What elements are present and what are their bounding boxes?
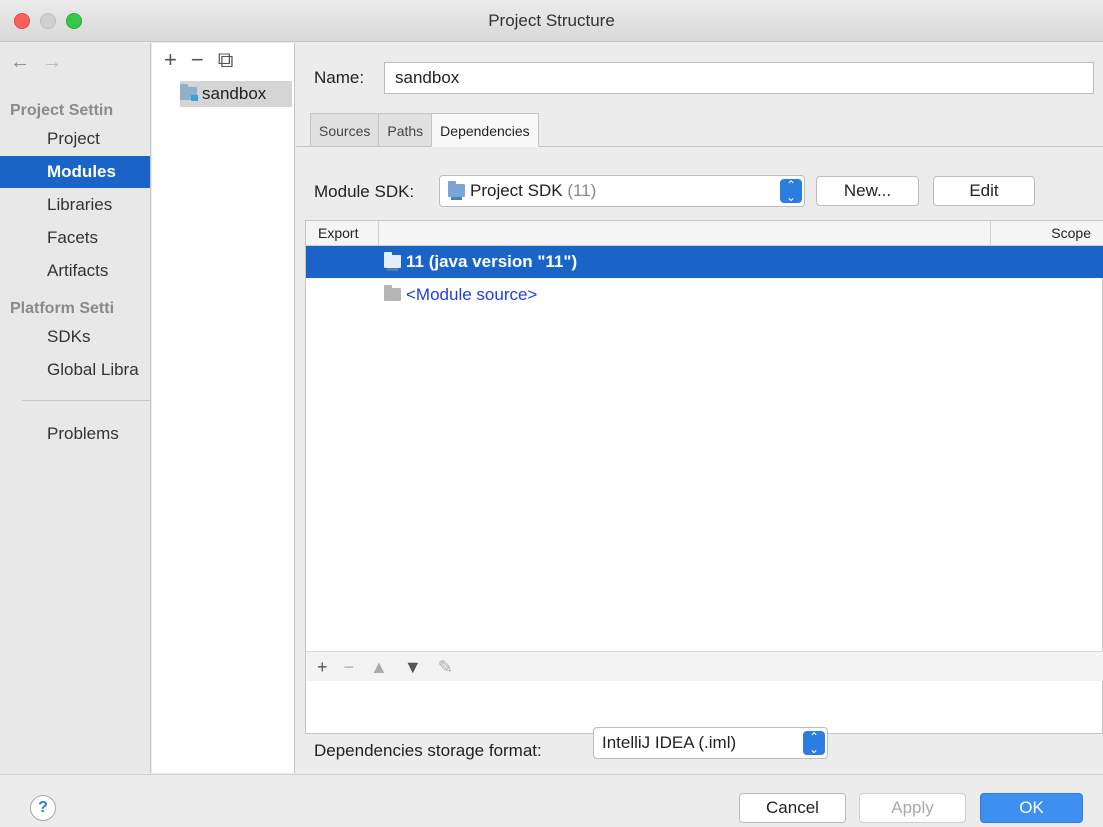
section-header-platform-settings: Platform Setti [10,300,115,317]
settings-sidebar: ← → Project Settin Project Modules Librar… [0,43,151,773]
sdk-folder-icon [448,181,465,200]
sidebar-item-problems[interactable]: Problems [0,418,150,450]
sidebar-item-libraries[interactable]: Libraries [0,189,150,221]
cancel-button[interactable]: Cancel [739,793,846,823]
add-dependency-icon[interactable]: + [317,652,328,682]
sidebar-item-project[interactable]: Project [0,123,150,155]
section-header-project-settings: Project Settin [10,102,114,119]
module-tabs: Sources Paths Dependencies [310,113,539,147]
storage-format-select[interactable]: IntelliJ IDEA (.iml) ⌃ ⌄ [593,727,828,759]
add-icon[interactable]: + [164,47,177,73]
column-export[interactable]: Export [306,221,379,245]
edit-sdk-button[interactable]: Edit [933,176,1035,206]
table-row[interactable]: <Module source> [306,279,1103,311]
module-item-label: sandbox [202,84,267,103]
dependencies-toolbar: + − ▲ ▼ ✎ [306,651,1103,681]
help-button[interactable]: ? [30,795,56,821]
sidebar-item-modules[interactable]: Modules [0,156,150,188]
dependencies-panel: Module SDK: Project SDK (11) ⌃ ⌄ New... E… [296,146,1103,773]
apply-button[interactable]: Apply [859,793,966,823]
dialog-footer: ? Cancel Apply OK [0,774,1103,827]
sidebar-divider [22,400,150,401]
module-sdk-select[interactable]: Project SDK (11) ⌃ ⌄ [439,175,805,207]
module-sdk-label: Module SDK: [314,182,415,201]
column-scope[interactable]: Scope [990,221,1103,245]
source-folder-icon [384,285,401,301]
window-title: Project Structure [488,11,615,30]
module-item-sandbox[interactable]: sandbox [180,81,292,107]
copy-icon[interactable]: ⧉ [218,47,234,73]
module-toolbar: + − ⧉ [164,47,247,73]
module-sdk-version: (11) [567,181,597,200]
move-up-icon[interactable]: ▲ [370,652,388,682]
tab-paths[interactable]: Paths [378,113,433,147]
sdk-folder-icon [384,252,401,271]
ok-button[interactable]: OK [980,793,1083,823]
sidebar-item-artifacts[interactable]: Artifacts [0,255,150,287]
tab-dependencies[interactable]: Dependencies [431,113,539,147]
sidebar-item-facets[interactable]: Facets [0,222,150,254]
table-header: Export Scope [306,221,1103,246]
storage-format-label: Dependencies storage format: [314,741,542,760]
remove-dependency-icon[interactable]: − [344,652,355,682]
module-sdk-value: Project SDK [470,181,563,200]
module-settings: Name: Sources Paths Dependencies Module … [296,43,1103,773]
edit-dependency-icon[interactable]: ✎ [438,652,453,682]
module-list-panel: + − ⧉ sandbox [152,43,295,773]
table-row[interactable]: 11 (java version "11") [306,246,1103,278]
storage-format-value: IntelliJ IDEA (.iml) [602,733,737,752]
tab-sources[interactable]: Sources [310,113,380,147]
module-folder-icon [180,84,198,101]
sidebar-item-global-libraries[interactable]: Global Libra [0,354,150,386]
name-label: Name: [314,68,365,87]
select-arrows-icon: ⌃ ⌄ [780,179,802,203]
dependencies-table: Export Scope 11 (java version "11") <Mod… [305,220,1103,734]
remove-icon[interactable]: − [191,47,204,73]
forward-arrow-icon[interactable]: → [42,51,62,73]
row-label: <Module source> [406,285,538,304]
nav-arrows: ← → [10,51,74,74]
select-arrows-icon: ⌃ ⌄ [803,731,825,755]
sidebar-item-sdks[interactable]: SDKs [0,321,150,353]
name-field[interactable] [384,62,1094,94]
back-arrow-icon[interactable]: ← [10,51,30,73]
title-bar: Project Structure [0,0,1103,42]
row-label: 11 (java version "11") [406,252,578,271]
new-sdk-button[interactable]: New... [816,176,919,206]
move-down-icon[interactable]: ▼ [404,652,422,682]
